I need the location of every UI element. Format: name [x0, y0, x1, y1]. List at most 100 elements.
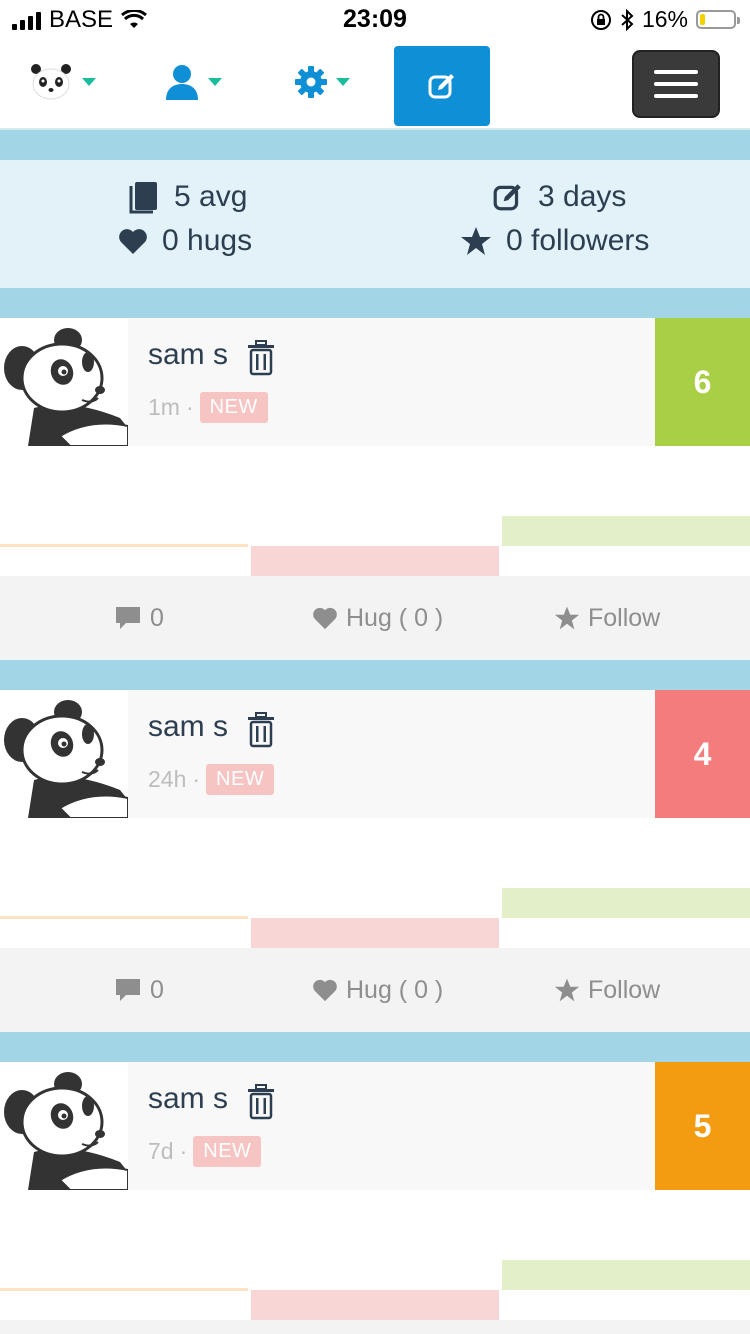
entry-actions: 0 Hug ( 0 ) Follow [0, 948, 750, 1032]
separator-dot: · [185, 394, 194, 420]
gear-icon [295, 66, 327, 98]
battery-icon [696, 10, 740, 29]
avatar[interactable] [0, 690, 128, 818]
comment-count: 0 [150, 603, 164, 632]
trash-icon[interactable] [246, 712, 276, 748]
panda-avatar-icon [4, 1072, 128, 1190]
chart-segment-left [0, 1288, 248, 1291]
heart-icon [119, 229, 147, 254]
follow-button[interactable]: Follow [554, 948, 660, 1032]
edit-icon [493, 184, 521, 211]
entry-actions [0, 1320, 750, 1334]
stat-followers: 0 followers [460, 224, 649, 258]
comment-icon [116, 979, 140, 1001]
avatar[interactable] [0, 318, 128, 446]
new-badge: NEW [206, 764, 275, 795]
chart-segment-right [502, 516, 750, 546]
mood-chart [0, 1190, 750, 1320]
mood-chart [0, 446, 750, 576]
entry-author[interactable]: sam s [148, 710, 228, 744]
chevron-down-icon [208, 78, 222, 86]
entry-author[interactable]: sam s [148, 338, 228, 372]
chart-segment-left [0, 916, 248, 919]
new-entry-button[interactable] [394, 46, 490, 126]
status-right: 16% [590, 6, 740, 33]
entry-actions: 0 Hug ( 0 ) Follow [0, 576, 750, 660]
hugs-label: 0 hugs [162, 224, 253, 257]
avg-label: 5 avg [174, 180, 248, 213]
top-navbar [0, 40, 750, 131]
entry-header[interactable]: sam s 7d · NEW 5 [0, 1062, 750, 1190]
follow-label: Follow [588, 975, 661, 1004]
stat-hugs: 0 hugs [118, 224, 252, 258]
follow-button[interactable]: Follow [554, 576, 660, 660]
section-divider [0, 288, 750, 318]
entry-meta: 7d · NEW [148, 1136, 262, 1167]
entry-time: 7d [148, 1138, 174, 1164]
stats-panel: 5 avg 3 days 0 hugs 0 followers [0, 160, 750, 288]
entry-meta: 24h · NEW [148, 764, 275, 795]
heart-icon [313, 979, 337, 1002]
chart-segment-right [502, 888, 750, 918]
entry-author[interactable]: sam s [148, 1082, 228, 1116]
trash-icon[interactable] [246, 1084, 276, 1120]
followers-label: 0 followers [506, 224, 650, 257]
hamburger-menu-button[interactable] [632, 50, 720, 118]
bluetooth-icon [621, 8, 634, 31]
status-bar: BASE 23:09 16% [0, 0, 750, 40]
separator-dot: · [192, 766, 201, 792]
edit-icon [428, 74, 454, 99]
chart-segment-middle [251, 546, 499, 576]
mood-score: 4 [655, 690, 750, 818]
battery-percent: 16% [641, 6, 688, 32]
mood-chart [0, 818, 750, 948]
entry-time: 1m [148, 394, 180, 420]
entry-meta: 1m · NEW [148, 392, 268, 423]
hug-button[interactable]: Hug ( 0 ) [312, 948, 443, 1032]
hug-label: Hug ( 0 ) [346, 975, 444, 1004]
chevron-down-icon [82, 78, 96, 86]
mood-score: 6 [655, 318, 750, 446]
panda-avatar-icon [4, 700, 128, 818]
hug-button[interactable]: Hug ( 0 ) [312, 576, 443, 660]
star-icon [554, 606, 580, 630]
comment-button[interactable]: 0 [114, 576, 164, 660]
heart-icon [313, 607, 337, 630]
chart-segment-right [502, 1260, 750, 1290]
entry-header[interactable]: sam s 24h · NEW 4 [0, 690, 750, 818]
section-divider [0, 130, 750, 160]
days-label: 3 days [538, 180, 627, 213]
section-divider [0, 660, 750, 690]
comment-count: 0 [150, 975, 164, 1004]
user-dropdown[interactable] [164, 52, 222, 112]
user-icon [166, 65, 198, 100]
hamburger-icon [654, 70, 698, 74]
mood-score: 5 [655, 1062, 750, 1190]
star-icon [554, 978, 580, 1002]
panda-icon [31, 64, 71, 100]
chart-segment-middle [251, 1290, 499, 1320]
chart-segment-middle [251, 918, 499, 948]
panda-dropdown[interactable] [28, 52, 96, 112]
entry-time: 24h [148, 766, 187, 792]
section-divider [0, 1032, 750, 1062]
comment-button[interactable]: 0 [114, 948, 164, 1032]
panda-avatar-icon [4, 328, 128, 446]
battery-fill [700, 14, 705, 25]
chevron-down-icon [336, 78, 350, 86]
avatar[interactable] [0, 1062, 128, 1190]
entry-header[interactable]: sam s 1m · NEW 6 [0, 318, 750, 446]
orientation-lock-icon [590, 9, 611, 30]
separator-dot: · [179, 1138, 188, 1164]
book-icon [129, 182, 157, 214]
new-badge: NEW [193, 1136, 262, 1167]
settings-dropdown[interactable] [294, 52, 350, 112]
trash-icon[interactable] [246, 340, 276, 376]
chart-segment-left [0, 544, 248, 547]
stat-days: 3 days [492, 180, 626, 214]
hug-label: Hug ( 0 ) [346, 603, 444, 632]
new-badge: NEW [199, 392, 268, 423]
star-icon [461, 227, 491, 255]
follow-label: Follow [588, 603, 661, 632]
stat-avg: 5 avg [128, 180, 247, 214]
